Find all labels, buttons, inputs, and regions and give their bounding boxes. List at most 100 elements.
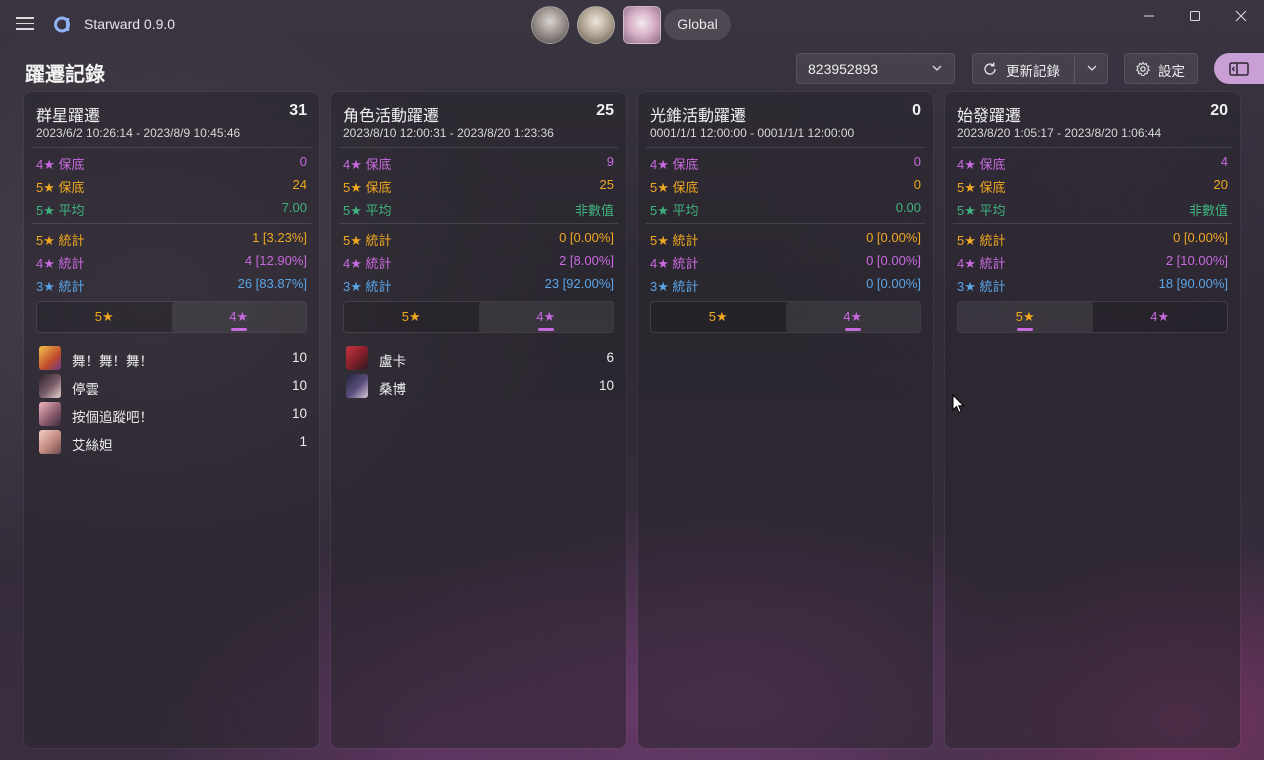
refresh-options-button[interactable]: [1075, 54, 1107, 83]
stat-row-4star: 4★ 統計 2 [8.00%]: [343, 253, 614, 271]
gacha-card-character-event: 角色活動躍遷 25 2023/8/10 12:00:31 - 2023/8/20…: [331, 92, 626, 748]
rarity-tab-switch: 5★ 4★: [957, 301, 1228, 333]
card-title: 角色活動躍遷: [343, 108, 440, 125]
game-avatar-3-selected[interactable]: [623, 6, 661, 44]
avg-row-5star: 5★ 平均 非數值: [957, 203, 1228, 218]
stat-row-5star: 5★ 統計 1 [3.23%]: [36, 230, 307, 248]
card-total: 20: [1210, 102, 1228, 119]
pity-row-5star: 5★ 保底 20: [957, 177, 1228, 195]
selected-tab-indicator: [230, 328, 247, 331]
stat-row-4star: 4★ 統計 4 [12.90%]: [36, 253, 307, 271]
avg-row-5star: 5★ 平均 7.00: [36, 200, 307, 218]
divider: [646, 223, 925, 224]
refresh-button[interactable]: 更新記錄: [973, 54, 1075, 83]
game-switcher: [531, 6, 661, 44]
side-panel-button[interactable]: [1214, 53, 1264, 84]
card-date-range: 2023/6/2 10:26:14 - 2023/8/9 10:45:46: [36, 126, 241, 140]
lightcone-thumbnail: [39, 402, 61, 426]
divider: [339, 223, 618, 224]
game-avatar-1[interactable]: [531, 6, 569, 44]
pity-row-4star: 4★ 保底 0: [36, 154, 307, 172]
gacha-card-lightcone-event: 光錐活動躍遷 0 0001/1/1 12:00:00 - 0001/1/1 12…: [638, 92, 933, 748]
pity-row-4star: 4★ 保底 0: [650, 154, 921, 172]
stat-row-3star: 3★ 統計 23 [92.00%]: [343, 276, 614, 294]
list-item[interactable]: 舞！舞！舞！ 10: [36, 345, 307, 371]
selected-tab-indicator: [537, 328, 554, 331]
avg-row-5star: 5★ 平均 非數值: [343, 203, 614, 218]
card-total: 25: [596, 102, 614, 119]
stat-row-3star: 3★ 統計 18 [90.00%]: [957, 276, 1228, 294]
list-item[interactable]: 艾絲妲 1: [36, 429, 307, 455]
pity-row-4star: 4★ 保底 9: [343, 154, 614, 172]
tab-5star[interactable]: 5★: [651, 302, 786, 332]
card-title: 群星躍遷: [36, 108, 101, 125]
list-item[interactable]: 停雲 10: [36, 373, 307, 399]
divider: [32, 223, 311, 224]
divider: [339, 147, 618, 148]
maximize-icon[interactable]: [1172, 6, 1218, 28]
stat-row-4star: 4★ 統計 2 [10.00%]: [957, 253, 1228, 271]
stat-row-5star: 5★ 統計 0 [0.00%]: [650, 230, 921, 248]
gacha-card-departure: 始發躍遷 20 2023/8/20 1:05:17 - 2023/8/20 1:…: [945, 92, 1240, 748]
chevron-down-icon: [932, 65, 942, 71]
minimize-icon[interactable]: [1126, 6, 1172, 28]
stat-row-3star: 3★ 統計 26 [83.87%]: [36, 276, 307, 294]
divider: [646, 147, 925, 148]
rarity-tab-switch: 5★ 4★: [343, 301, 614, 333]
uid-select-value: 823952893: [808, 61, 879, 77]
chevron-down-icon: [1087, 65, 1097, 71]
pity-row-5star: 5★ 保底 0: [650, 177, 921, 195]
card-date-range: 0001/1/1 12:00:00 - 0001/1/1 12:00:00: [650, 126, 855, 140]
uid-select[interactable]: 823952893: [796, 53, 955, 84]
tab-4star[interactable]: 4★: [1093, 302, 1228, 332]
avg-row-5star: 5★ 平均 0.00: [650, 200, 921, 218]
rarity-tab-switch: 5★ 4★: [36, 301, 307, 333]
panel-icon: [1229, 62, 1249, 76]
stat-row-5star: 5★ 統計 0 [0.00%]: [957, 230, 1228, 248]
divider: [953, 147, 1232, 148]
divider: [32, 147, 311, 148]
tab-5star[interactable]: 5★: [344, 302, 479, 332]
settings-button[interactable]: 設定: [1124, 53, 1198, 84]
character-avatar: [346, 346, 368, 370]
gear-icon: [1135, 61, 1151, 77]
gacha-card-stellar: 群星躍遷 31 2023/6/2 10:26:14 - 2023/8/9 10:…: [24, 92, 319, 748]
stat-row-5star: 5★ 統計 0 [0.00%]: [343, 230, 614, 248]
divider: [953, 223, 1232, 224]
card-date-range: 2023/8/10 12:00:31 - 2023/8/20 1:23:36: [343, 126, 554, 140]
app-title: Starward 0.9.0: [84, 16, 176, 32]
list-item[interactable]: 桑博 10: [343, 373, 614, 399]
settings-label: 設定: [1158, 64, 1185, 79]
card-date-range: 2023/8/20 1:05:17 - 2023/8/20 1:06:44: [957, 126, 1162, 140]
selected-tab-indicator: [1017, 328, 1034, 331]
mouse-cursor-icon: [952, 394, 965, 414]
list-item[interactable]: 按個追蹤吧！ 10: [36, 401, 307, 427]
refresh-split-button: 更新記錄: [972, 53, 1108, 84]
character-avatar: [346, 374, 368, 398]
card-total: 31: [289, 102, 307, 119]
title-bar: Starward 0.9.0 Global: [0, 0, 1264, 50]
character-avatar: [39, 374, 61, 398]
card-title: 光錐活動躍遷: [650, 108, 747, 125]
refresh-label: 更新記錄: [1006, 64, 1060, 79]
stat-row-4star: 4★ 統計 0 [0.00%]: [650, 253, 921, 271]
game-avatar-2[interactable]: [577, 6, 615, 44]
page-title: 躍遷記錄: [25, 64, 105, 86]
pity-row-4star: 4★ 保底 4: [957, 154, 1228, 172]
refresh-icon: [984, 62, 996, 75]
card-total: 0: [912, 102, 921, 119]
tab-5star[interactable]: 5★: [37, 302, 172, 332]
app-logo-icon: [54, 16, 70, 33]
rarity-tab-switch: 5★ 4★: [650, 301, 921, 333]
pity-row-5star: 5★ 保底 25: [343, 177, 614, 195]
server-button[interactable]: Global: [664, 9, 731, 40]
stat-row-3star: 3★ 統計 0 [0.00%]: [650, 276, 921, 294]
hamburger-menu-icon[interactable]: [14, 13, 36, 35]
card-title: 始發躍遷: [957, 108, 1022, 125]
selected-tab-indicator: [844, 328, 861, 331]
character-avatar: [39, 430, 61, 454]
lightcone-thumbnail: [39, 346, 61, 370]
list-item[interactable]: 盧卡 6: [343, 345, 614, 371]
pity-row-5star: 5★ 保底 24: [36, 177, 307, 195]
close-icon[interactable]: [1218, 6, 1264, 28]
